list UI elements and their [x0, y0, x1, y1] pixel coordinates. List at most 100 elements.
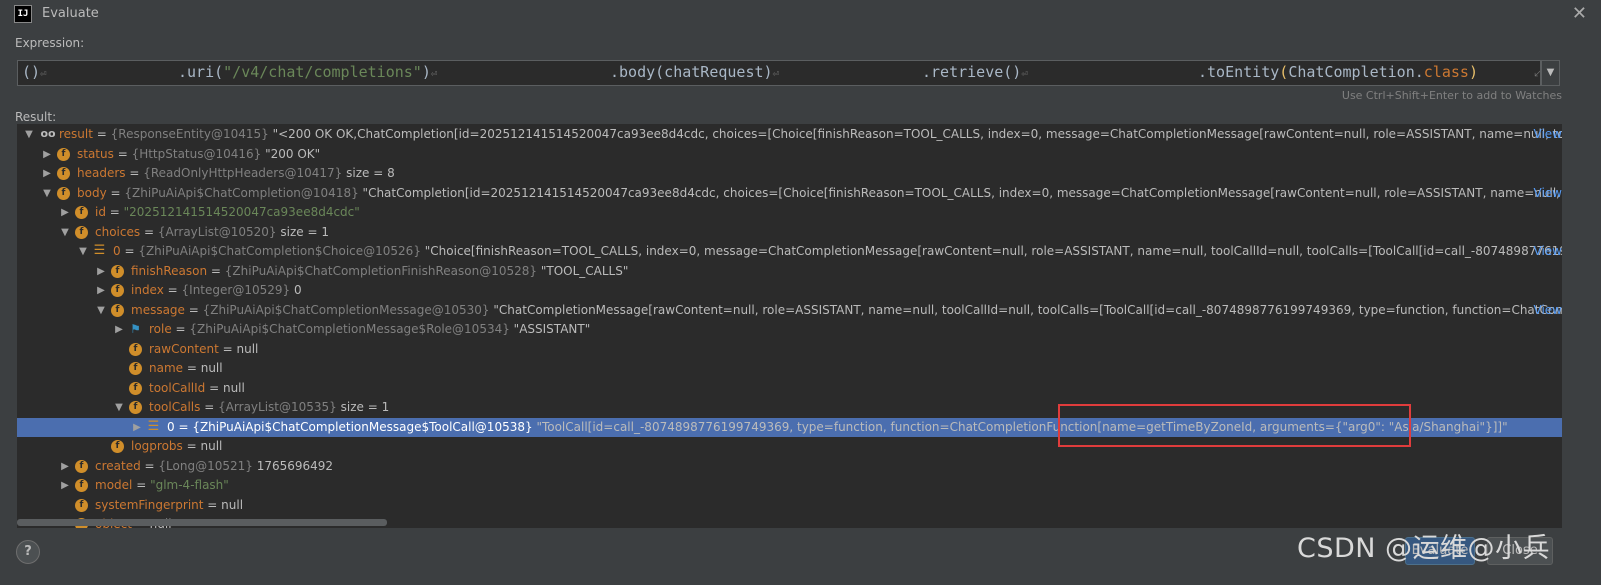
field-icon: f — [129, 342, 142, 356]
field-icon: f — [129, 362, 142, 375]
equals-sign: = — [106, 185, 125, 200]
collapse-arrow-icon[interactable]: ▼ — [113, 398, 125, 417]
variable-type: {Integer@10529} — [181, 283, 291, 297]
collapse-arrow-icon[interactable]: ▼ — [59, 223, 71, 242]
view-link[interactable]: View — [1530, 301, 1562, 320]
equals-sign: = — [120, 244, 139, 258]
expand-arrow-icon[interactable]: ▶ — [41, 164, 53, 183]
variable-name: message — [131, 302, 185, 317]
variable-name: created — [95, 458, 141, 473]
expand-arrow-icon[interactable]: ▶ — [59, 476, 71, 495]
collapse-arrow-icon[interactable]: ▼ — [41, 184, 53, 203]
tree-row[interactable]: ▶ f created = {Long@10521} 1765696492 — [17, 457, 1562, 476]
tree-row[interactable]: ▶ f finishReason = {ZhiPuAiApi$ChatComplet… — [17, 262, 1562, 281]
expr-segment-1: () — [22, 63, 41, 81]
tree-row[interactable]: ▼ f message = {ZhiPuAiApi$ChatCompletionMe… — [17, 301, 1562, 320]
tree-row-text: created = {Long@10521} 1765696492 — [95, 457, 333, 476]
tree-row[interactable]: ▶ f id = "202512141514520047ca93ee8d4cdc" — [17, 203, 1562, 222]
result-tree[interactable]: ▼ oo result = {ResponseEntity@10415} "<200… — [17, 124, 1562, 528]
view-link[interactable]: View — [1530, 242, 1562, 261]
variable-value: "ChatCompletion[id=202512141514520047ca9… — [358, 185, 1562, 200]
tree-row-text: choices = {ArrayList@10520} size = 1 — [95, 223, 329, 242]
variable-name: finishReason — [131, 263, 208, 278]
view-link[interactable]: View — [1530, 125, 1562, 144]
tree-row[interactable]: ▶ f model = "glm-4-flash" — [17, 476, 1562, 495]
variable-value: "TOOL_CALLS" — [537, 263, 629, 278]
close-icon[interactable]: ✕ — [1572, 3, 1587, 24]
expand-arrow-icon[interactable]: ▶ — [59, 457, 71, 476]
variable-value: "Choice[finishReason=TOOL_CALLS, index=0… — [420, 244, 1562, 258]
watermark: CSDN @运维@小兵 — [1297, 533, 1551, 564]
tree-row[interactable]: ▶ f index = {Integer@10529} 0 — [17, 281, 1562, 300]
newline-icon: ⏎ — [40, 67, 47, 80]
expression-input[interactable]: ()⏎ .uri("/v4/chat/completions")⏎ .body(… — [17, 60, 1541, 86]
variable-value: null — [200, 439, 223, 453]
variable-value: "glm-4-flash" — [150, 478, 229, 492]
equals-sign: = — [171, 322, 190, 336]
tree-row[interactable]: ▶ f headers = {ReadOnlyHttpHeaders@10417} … — [17, 164, 1562, 183]
variable-name: logprobs — [131, 439, 183, 453]
variable-name: role — [149, 322, 172, 336]
equals-sign: = — [163, 283, 182, 297]
variable-name: body — [77, 185, 107, 200]
variable-name: choices — [95, 224, 141, 239]
tree-row[interactable]: ▶ f status = {HttpStatus@10416} "200 OK" — [17, 145, 1562, 164]
tree-row[interactable]: ▼ f choices = {ArrayList@10520} size = 1 — [17, 223, 1562, 242]
tree-row[interactable]: f name = null — [17, 359, 1562, 378]
field-icon: f — [57, 147, 70, 161]
variable-type: {ZhiPuAiApi$ChatCompletion@10418} — [124, 185, 359, 200]
variable-value: "202512141514520047ca93ee8d4cdc" — [123, 205, 360, 219]
expand-arrow-icon[interactable]: ▶ — [59, 203, 71, 222]
expr-uri-close: ) — [421, 63, 431, 81]
expand-arrow-icon[interactable]: ▶ — [95, 281, 107, 300]
equals-sign: = — [205, 380, 223, 395]
tree-row[interactable]: ▼ f body = {ZhiPuAiApi$ChatCompletion@1041… — [17, 184, 1562, 203]
tree-row[interactable]: ▼ oo result = {ResponseEntity@10415} "<200… — [17, 125, 1562, 144]
expr-toentity: .toEntity — [1198, 63, 1280, 81]
equals-sign: = — [184, 302, 203, 317]
view-link[interactable]: View — [1530, 184, 1562, 203]
variable-name: model — [95, 478, 133, 492]
equals-sign: = — [207, 263, 225, 278]
expr-paren-open: ( — [1279, 63, 1289, 81]
tree-row-text: id = "202512141514520047ca93ee8d4cdc" — [95, 203, 360, 222]
tree-row[interactable]: f toolCallId = null — [17, 379, 1562, 398]
variable-name: result — [59, 127, 93, 141]
expr-class-name: ChatCompletion. — [1288, 63, 1424, 81]
expand-arrow-icon[interactable]: ▶ — [131, 418, 143, 437]
variable-value: null — [236, 341, 259, 356]
tree-row-text: role = {ZhiPuAiApi$ChatCompletionMessage… — [149, 320, 590, 339]
newline-icon: ⏎ — [1021, 67, 1028, 80]
collapse-arrow-icon[interactable]: ▼ — [23, 125, 35, 144]
expand-arrow-icon[interactable]: ▶ — [95, 262, 107, 281]
expand-arrow-icon[interactable]: ▶ — [113, 320, 125, 339]
variable-value: null — [221, 497, 244, 512]
help-button[interactable]: ? — [16, 540, 40, 564]
horizontal-scrollbar[interactable] — [17, 519, 387, 526]
equals-sign: = — [200, 400, 219, 414]
tree-row[interactable]: ▶ ⚑ role = {ZhiPuAiApi$ChatCompletionMessa… — [17, 320, 1562, 339]
variable-name: name — [149, 361, 184, 375]
expand-arrow-icon[interactable]: ▶ — [41, 145, 53, 164]
variable-name: index — [131, 283, 164, 297]
collapse-arrow-icon[interactable]: ▼ — [77, 242, 89, 261]
variable-value: "<200 OK OK,ChatCompletion[id=2025121415… — [268, 127, 1562, 141]
enum-icon: ⚑ — [130, 322, 141, 336]
variable-name: headers — [77, 166, 126, 180]
collapse-arrow-icon[interactable]: ▼ — [95, 301, 107, 320]
variable-type: {ZhiPuAiApi$ChatCompletionMessage$Role@1… — [189, 322, 510, 336]
expr-class-keyword: class — [1423, 63, 1469, 81]
field-icon: f — [57, 167, 70, 180]
variable-type: {HttpStatus@10416} — [131, 146, 262, 161]
expr-uri: .uri( — [178, 63, 224, 81]
variable-value: size = 8 — [342, 166, 395, 180]
expand-editor-icon[interactable]: ⤢ — [1534, 65, 1540, 80]
tree-row-text: finishReason = {ZhiPuAiApi$ChatCompletio… — [131, 262, 628, 281]
tree-row-text: result = {ResponseEntity@10415} "<200 OK… — [59, 125, 1562, 144]
tree-row[interactable]: f systemFingerprint = null — [17, 496, 1562, 515]
tree-row-text: body = {ZhiPuAiApi$ChatCompletion@10418}… — [77, 184, 1562, 203]
equals-sign: = — [183, 361, 201, 375]
history-dropdown-icon[interactable]: ▼ — [1541, 60, 1560, 86]
tree-row[interactable]: ▼ ☰ 0 = {ZhiPuAiApi$ChatCompletion$Choice@… — [17, 242, 1562, 261]
tree-row[interactable]: f rawContent = null — [17, 340, 1562, 359]
